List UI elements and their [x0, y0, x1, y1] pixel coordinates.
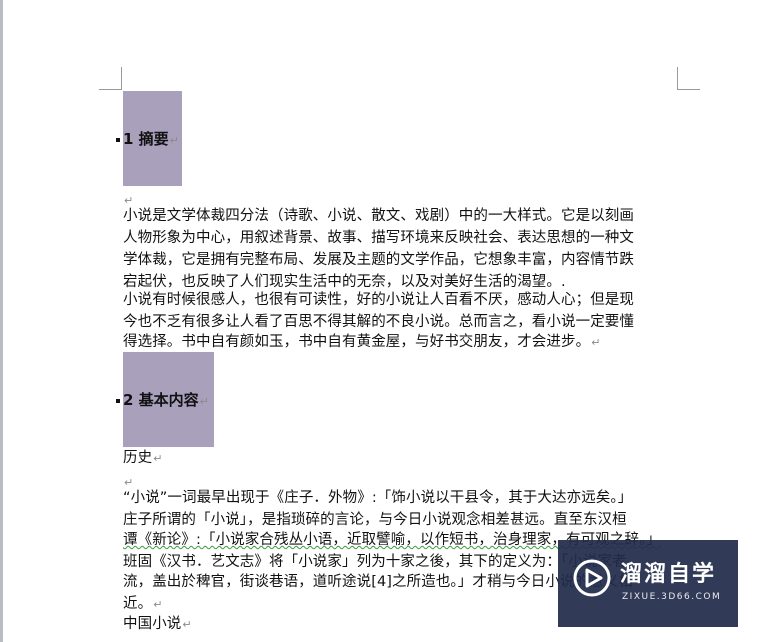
body-line-14-text: 近。: [123, 596, 153, 612]
paragraph-mark: ↵: [182, 618, 192, 631]
heading-bullet: [116, 398, 120, 403]
paragraph-mark: ↵: [153, 598, 163, 611]
play-logo-icon: [573, 559, 611, 597]
body-line-13-text: 流，盖出於稗官，街谈巷语，道听途说[4]之所造也。」才稍与今日小说的意义相: [123, 574, 633, 590]
heading-2[interactable]: 2 基本内容↵: [116, 390, 209, 412]
body-line-6[interactable]: 今也不乏有很多让人看了百思不得其解的不良小说。总而言之，看小说一定要懂: [123, 311, 634, 333]
section-chinese-novel[interactable]: 中国小说↵: [123, 613, 192, 636]
heading-1-text: 1 摘要: [123, 130, 169, 148]
body-line-7[interactable]: 得选择。书中自有颜如玉，书中自有黄金屋，与好书交朋友，才会进步。↵: [123, 331, 601, 354]
paragraph-mark: ↵: [591, 336, 601, 349]
margin-corner-top-right-h: [677, 89, 700, 90]
section-history[interactable]: 历史↵: [123, 447, 163, 470]
watermark-subtitle: ZIXUE.3D66.COM: [622, 592, 722, 602]
body-line-10[interactable]: 庄子所谓的「小说」，是指琐碎的言论，与今日小说观念相差甚远。直至东汉桓: [123, 509, 627, 531]
body-line-2[interactable]: 人物形象为中心，用叙述背景、故事、描写环境来反映社会、表达思想的一种文: [123, 227, 634, 249]
body-line-1[interactable]: 小说是文学体裁四分法（诗歌、小说、散文、戏剧）中的一大样式。它是以刻画: [123, 205, 634, 227]
body-line-3[interactable]: 学体裁，它是拥有完整布局、发展及主题的文学作品，它想象丰富，内容情节跌: [123, 249, 634, 271]
watermark-title: 溜溜自学: [620, 562, 717, 587]
watermark-overlay: 溜溜自学 ZIXUE.3D66.COM: [558, 540, 738, 627]
margin-corner-top-right: [677, 67, 678, 89]
paragraph-mark: ↵: [199, 395, 209, 408]
body-line-7-text: 得选择。书中自有颜如玉，书中自有黄金屋，与好书交朋友，才会进步。: [123, 334, 591, 350]
body-line-4-text: 宕起伏，也反映了人们现实生活中的无奈，以及对美好生活的渴望。.: [123, 274, 566, 290]
paragraph-mark: ↵: [153, 452, 163, 465]
paragraph-mark: ↵: [169, 134, 179, 147]
page-left-edge: [0, 0, 3, 642]
body-line-5[interactable]: 小说有时候很感人，也很有可读性，好的小说让人百看不厌，感动人心；但是现: [123, 289, 634, 311]
heading-1[interactable]: 1 摘要↵: [116, 129, 179, 151]
body-line-9[interactable]: “小说”一词最早出现于《庄子．外物》:「饰小说以干县令，其于大达亦远矣。」: [123, 487, 632, 509]
body-line-13[interactable]: 流，盖出於稗官，街谈巷语，道听途说[4]之所造也。」才稍与今日小说的意义相: [123, 571, 633, 593]
heading-bullet: [116, 137, 120, 142]
margin-corner-top-left-h: [99, 89, 122, 90]
margin-corner-top-left: [121, 67, 122, 89]
section-chinese-novel-text: 中国小说: [123, 616, 182, 632]
body-line-12[interactable]: 班固《汉书．艺文志》将「小说家」列为十家之後，其下的定义为：「小说家者: [123, 551, 627, 573]
heading-2-text: 2 基本内容: [123, 391, 199, 409]
section-history-text: 历史: [123, 450, 153, 466]
